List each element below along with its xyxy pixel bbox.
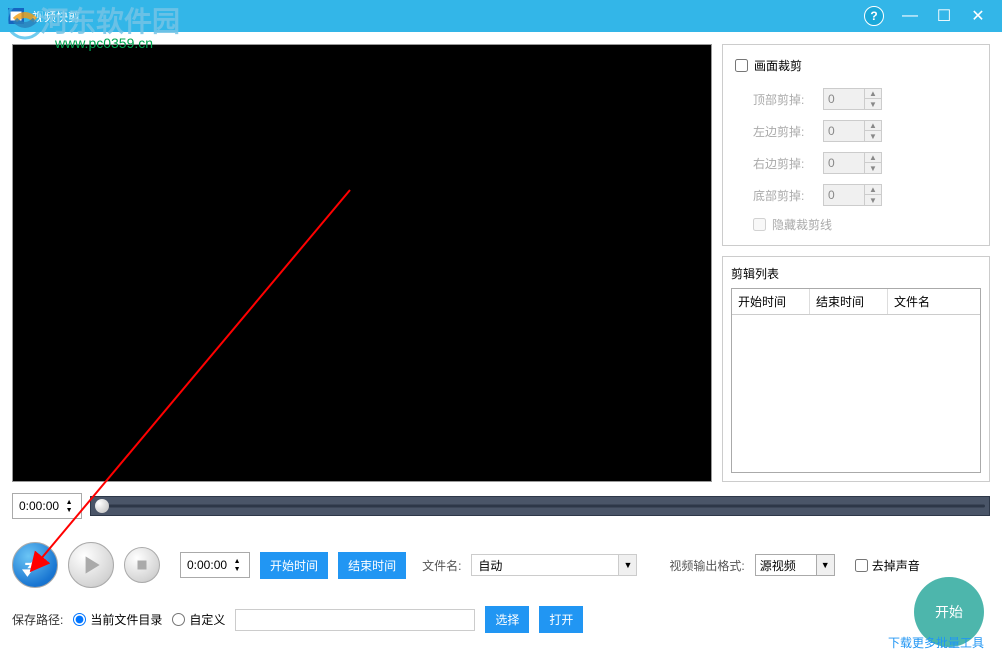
help-button[interactable]: ? [864, 6, 884, 26]
settime-down[interactable]: ▼ [231, 565, 243, 573]
clip-table[interactable]: 开始时间 结束时间 文件名 [731, 288, 981, 473]
time-up[interactable]: ▲ [63, 498, 75, 506]
path-custom-radio[interactable] [172, 613, 185, 626]
crop-top-up[interactable]: ▲ [865, 89, 881, 99]
output-format-select[interactable] [755, 554, 817, 576]
crop-bottom-down[interactable]: ▼ [865, 195, 881, 205]
filename-label: 文件名: [422, 557, 461, 574]
crop-left-label: 左边剪掉: [753, 123, 813, 140]
output-format-label: 视频输出格式: [669, 557, 744, 574]
crop-top-label: 顶部剪掉: [753, 91, 813, 108]
crop-top-input[interactable] [823, 88, 865, 110]
open-folder-button[interactable]: 打开 [539, 606, 583, 633]
crop-right-up[interactable]: ▲ [865, 153, 881, 163]
stop-button[interactable] [124, 547, 160, 583]
set-end-time-button[interactable]: 结束时间 [338, 552, 406, 579]
clip-list-title: 剪辑列表 [731, 265, 981, 282]
path-current-radio[interactable] [73, 613, 86, 626]
hide-crop-lines-label: 隐藏裁剪线 [772, 216, 832, 233]
close-button[interactable]: ✕ [970, 6, 986, 26]
path-custom-label: 自定义 [189, 611, 225, 628]
crop-top-down[interactable]: ▼ [865, 99, 881, 109]
crop-right-down[interactable]: ▼ [865, 163, 881, 173]
app-icon [8, 8, 24, 24]
set-time-input[interactable]: 0:00:00 ▲▼ [180, 552, 250, 578]
save-path-label: 保存路径: [12, 611, 63, 628]
video-preview[interactable] [12, 44, 712, 482]
clip-list-panel: 剪辑列表 开始时间 结束时间 文件名 [722, 256, 990, 482]
crop-right-input[interactable] [823, 152, 865, 174]
mute-label: 去掉声音 [872, 557, 920, 574]
settime-up[interactable]: ▲ [231, 557, 243, 565]
crop-title: 画面裁剪 [754, 57, 802, 74]
custom-path-input[interactable] [235, 609, 475, 631]
crop-left-input[interactable] [823, 120, 865, 142]
timeline-handle[interactable] [95, 499, 109, 513]
hide-crop-lines-checkbox[interactable] [753, 218, 766, 231]
minimize-button[interactable]: — [902, 7, 918, 25]
filename-dropdown[interactable]: ▼ [619, 554, 637, 576]
clip-col-file[interactable]: 文件名 [888, 289, 980, 314]
titlebar: 视频快剪 ? — ☐ ✕ [0, 0, 1002, 32]
open-file-button[interactable] [12, 542, 58, 588]
window-title: 视频快剪 [32, 8, 864, 25]
crop-left-up[interactable]: ▲ [865, 121, 881, 131]
maximize-button[interactable]: ☐ [936, 6, 952, 26]
output-format-dropdown[interactable]: ▼ [817, 554, 835, 576]
mute-checkbox[interactable] [855, 559, 868, 572]
filename-input[interactable] [471, 554, 619, 576]
current-time-display[interactable]: 0:00:00 ▲▼ [12, 493, 82, 519]
crop-left-down[interactable]: ▼ [865, 131, 881, 141]
path-current-label: 当前文件目录 [90, 611, 162, 628]
crop-enable-checkbox[interactable] [735, 59, 748, 72]
crop-right-label: 右边剪掉: [753, 155, 813, 172]
play-button[interactable] [68, 542, 114, 588]
browse-button[interactable]: 选择 [485, 606, 529, 633]
time-down[interactable]: ▼ [63, 506, 75, 514]
crop-panel: 画面裁剪 顶部剪掉: ▲▼ 左边剪掉: ▲▼ [722, 44, 990, 246]
set-start-time-button[interactable]: 开始时间 [260, 552, 328, 579]
crop-bottom-input[interactable] [823, 184, 865, 206]
crop-bottom-label: 底部剪掉: [753, 187, 813, 204]
crop-bottom-up[interactable]: ▲ [865, 185, 881, 195]
clip-col-end[interactable]: 结束时间 [810, 289, 888, 314]
clip-col-start[interactable]: 开始时间 [732, 289, 810, 314]
timeline-track[interactable] [90, 496, 990, 516]
more-tools-link[interactable]: 下载更多批量工具 [888, 634, 984, 651]
